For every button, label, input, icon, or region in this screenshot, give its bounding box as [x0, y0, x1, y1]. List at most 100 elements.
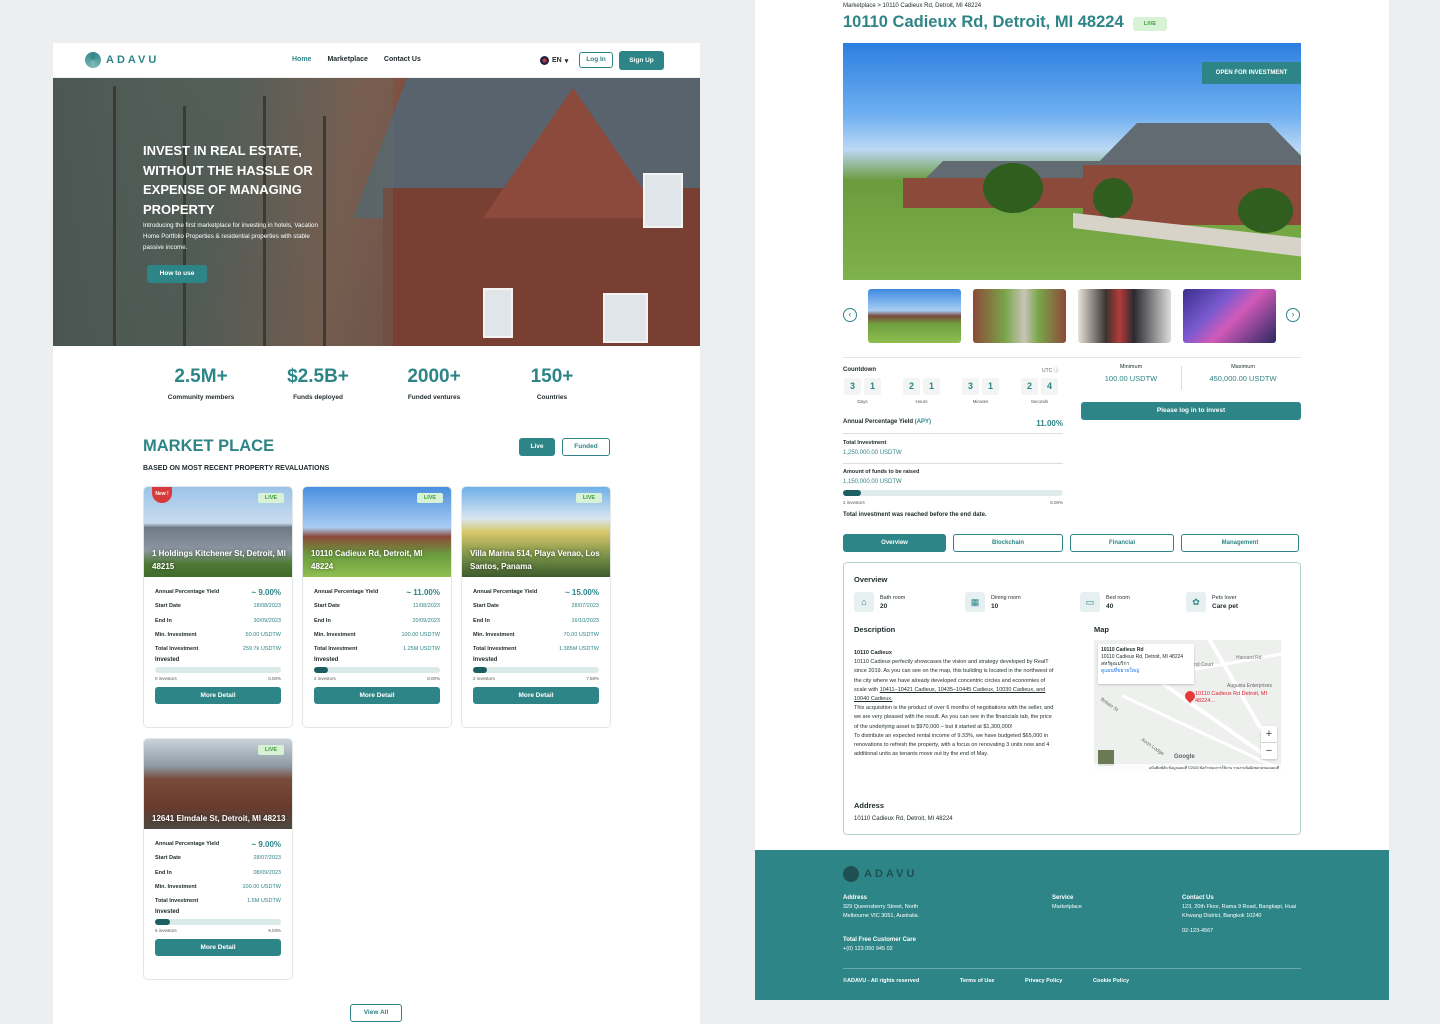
tab-management[interactable]: Management [1181, 534, 1299, 552]
brand-logo[interactable]: ADAVU [85, 52, 159, 68]
thumbnail-4[interactable] [1183, 289, 1276, 343]
hero-subtitle: Introducing the first marketplace for in… [143, 222, 318, 251]
start-label: Start Date [314, 603, 340, 610]
investor-count: 2 investors [314, 676, 336, 682]
tab-blockchain[interactable]: Blockchain [953, 534, 1063, 552]
investor-count: 0 investors [155, 676, 177, 682]
apy-value: 11.00% [1036, 419, 1063, 428]
nav-contact[interactable]: Contact Us [384, 56, 421, 63]
chevron-right-icon[interactable]: › [1286, 308, 1300, 322]
tab-financial[interactable]: Financial [1070, 534, 1174, 552]
image-bush [1238, 188, 1293, 233]
overview-bedroom: ▭ Bed room 40 [1080, 592, 1130, 612]
stat-ventures: 2000+ Funded ventures [374, 366, 494, 401]
progress-labels: 5 investors 9.03% [155, 928, 281, 933]
progress-fill [155, 919, 171, 926]
overview-dining: ▦ Dining room 10 [965, 592, 1021, 612]
property-image[interactable]: LIVE Villa Marina 514, Playa Venao, Los … [462, 487, 610, 577]
logo-icon [843, 866, 859, 882]
footer-heading: Service [1052, 895, 1074, 901]
google-logo: Google [1174, 754, 1195, 760]
tab-live[interactable]: Live [519, 438, 555, 456]
nav-home[interactable]: Home [292, 56, 311, 63]
breadcrumb[interactable]: Marketplace > 10110 Cadieux Rd, Detroit,… [843, 3, 981, 9]
description-paragraph: This acquisition is the product of over … [854, 705, 1054, 730]
progress-fill [314, 667, 329, 674]
dining-icon: ▦ [965, 592, 985, 612]
total-investment-row: Total Investment 1.5M USDTW [155, 894, 281, 908]
divider [843, 357, 1301, 358]
thumbnail-2[interactable] [973, 289, 1066, 343]
total-label: Total Investment [473, 646, 517, 653]
min-value: 70.00 USDTW [563, 632, 599, 639]
total-investment-row: Total Investment 1.25M USDTW [314, 642, 440, 656]
progress-labels: 2 investors 7.58% [473, 676, 599, 681]
property-name: 10110 Cadieux Rd, Detroit, MI 48224 [311, 549, 423, 571]
view-all-button[interactable]: View All [350, 1004, 402, 1022]
terms-link[interactable]: Terms of Use [960, 978, 994, 984]
more-detail-button[interactable]: More Detail [155, 939, 281, 957]
investment-limits: Minimum 100.00 USDTW Maximum 450,000.00 US… [1081, 364, 1301, 394]
apy-label: Annual Percentage Yield [314, 589, 379, 596]
thumbnail-3[interactable] [1078, 289, 1171, 343]
cookie-link[interactable]: Cookie Policy [1093, 978, 1129, 984]
invested-progress-bar [473, 667, 599, 674]
property-image[interactable]: New ! LIVE 1 Holdings Kitchener St, Detr… [144, 487, 292, 577]
map-place-label: Harvard Rd [1236, 655, 1262, 661]
login-to-invest-button[interactable]: Please log in to invest [1081, 402, 1301, 420]
image-thumbnails: ‹ › [843, 289, 1305, 343]
min-investment-row: Min. Investment 100.00 USDTW [155, 880, 281, 894]
countdown-utc: UTC ⓘ [1042, 367, 1059, 374]
more-detail-button[interactable]: More Detail [473, 687, 599, 705]
property-card[interactable]: New ! LIVE 1 Holdings Kitchener St, Detr… [143, 486, 293, 728]
property-card[interactable]: LIVE 12641 Elmdale St, Detroit, MI 48213… [143, 738, 293, 980]
end-label: End In [155, 617, 172, 624]
footer-link[interactable]: Marketplace [1052, 903, 1082, 912]
nav-marketplace[interactable]: Marketplace [327, 56, 367, 63]
map-place-label: nd Court [1194, 662, 1214, 668]
total-value: 1.385M USDTW [558, 646, 599, 653]
login-button[interactable]: Log In [579, 52, 613, 68]
thumbnail-1[interactable] [868, 289, 961, 343]
description-links[interactable]: 10411–10421 Cadieux, 10435–10445 Cadieux… [854, 687, 1045, 702]
countdown-digit: 1 [982, 378, 999, 395]
min-investment-row: Min. Investment 50.00 USDTW [155, 628, 281, 642]
total-value: 1.25M USDTW [403, 646, 440, 653]
progress-fill [473, 667, 488, 674]
stat-community: 2.5M+ Community members [141, 366, 261, 401]
how-to-use-button[interactable]: How to use [147, 265, 207, 283]
footer-logo[interactable]: ADAVU [843, 866, 917, 882]
stat-number: 150+ [530, 366, 574, 387]
funds-to-raise-value: 1,150,000.00 USDTW [843, 479, 902, 485]
tab-overview[interactable]: Overview [843, 534, 946, 552]
map-card-link[interactable]: ดูแผนที่ขยายใหญ่ [1101, 668, 1191, 675]
property-card[interactable]: LIVE Villa Marina 514, Playa Venao, Los … [461, 486, 611, 728]
chevron-left-icon[interactable]: ‹ [843, 308, 857, 322]
privacy-link[interactable]: Privacy Policy [1025, 978, 1062, 984]
property-card[interactable]: LIVE 10110 Cadieux Rd, Detroit, MI 48224… [302, 486, 452, 728]
apy-row: Annual Percentage Yield ~ 9.00% [155, 837, 281, 851]
countdown-label: Hours [915, 399, 928, 404]
zoom-out-button[interactable]: − [1261, 743, 1277, 759]
bed-icon: ▭ [1080, 592, 1100, 612]
address-text: 10110 Cadieux Rd, Detroit, MI 48224 [854, 816, 953, 822]
progress-labels: 2 investors 8.00% [314, 676, 440, 681]
language-selector[interactable]: EN ▾ [540, 56, 568, 65]
countdown-digit: 3 [844, 378, 861, 395]
location-map[interactable]: 10110 Cadieux Rd 10110 Cadieux Rd, Detro… [1094, 640, 1281, 772]
zoom-in-button[interactable]: + [1261, 726, 1277, 742]
hero-tree [113, 86, 116, 346]
invested-progress-bar [155, 919, 281, 926]
property-name: 12641 Elmdale St, Detroit, MI 48213 [152, 814, 286, 823]
more-detail-button[interactable]: More Detail [314, 687, 440, 705]
more-detail-button[interactable]: More Detail [155, 687, 281, 705]
brand-name: ADAVU [106, 54, 160, 66]
property-image[interactable]: LIVE 10110 Cadieux Rd, Detroit, MI 48224 [303, 487, 451, 577]
property-image[interactable]: LIVE 12641 Elmdale St, Detroit, MI 48213 [144, 739, 292, 829]
overview-panel: Overview ⌂ Bath room 20 ▦ Dining room 10 ▭ Be… [843, 562, 1301, 835]
tab-funded[interactable]: Funded [562, 438, 610, 456]
maximum-investment: Maximum 450,000.00 USDTW [1193, 364, 1293, 383]
signup-button[interactable]: Sign Up [619, 51, 664, 70]
map-title: Map [1094, 625, 1109, 634]
live-badge: LIVE [1133, 17, 1167, 31]
